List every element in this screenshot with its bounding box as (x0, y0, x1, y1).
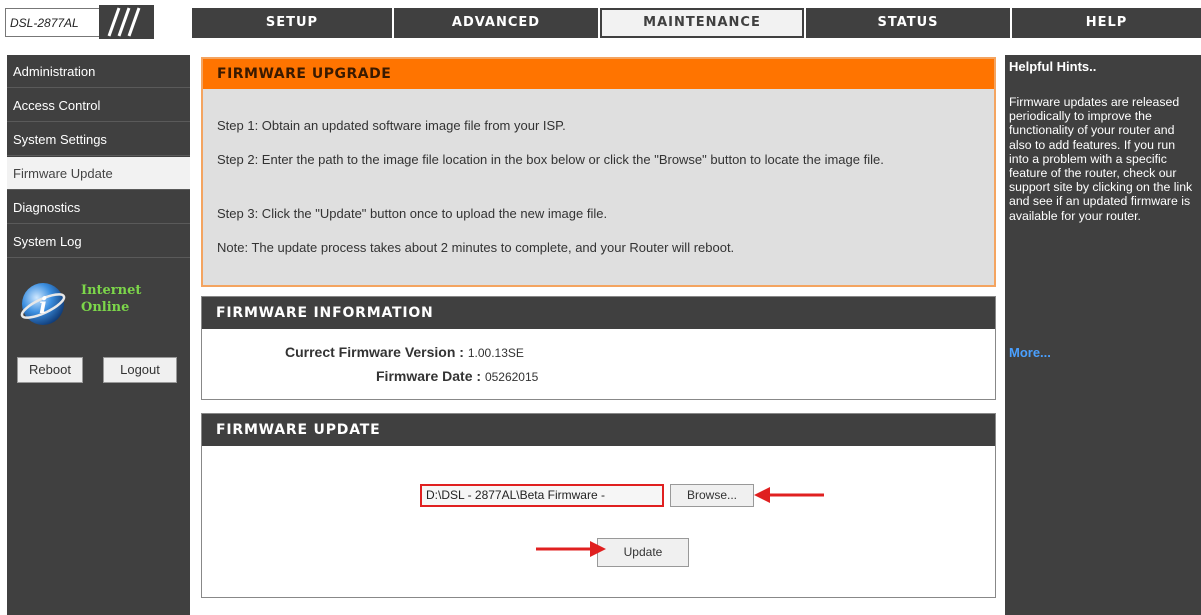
arrow-right-icon (536, 541, 606, 557)
firmware-date-row: Firmware Date : 05262015 (376, 368, 538, 384)
reboot-button[interactable]: Reboot (17, 357, 83, 383)
firmware-upgrade-title: FIRMWARE UPGRADE (203, 59, 994, 89)
top-navigation-bar: DSL-2877AL SETUP ADVANCED MAINTENANCE ST… (0, 0, 1201, 46)
step-3-text: Step 3: Click the "Update" button once t… (217, 206, 608, 221)
sidebar-item-system-log[interactable]: System Log (7, 225, 190, 258)
update-button[interactable]: Update (597, 538, 689, 567)
firmware-date-value: 05262015 (484, 370, 539, 384)
sidebar-item-access-control[interactable]: Access Control (7, 89, 190, 122)
tab-help[interactable]: HELP (1012, 8, 1201, 38)
firmware-version-label: Currect Firmware Version : (285, 344, 464, 360)
firmware-file-input[interactable]: D:\DSL - 2877AL\Beta Firmware - (420, 484, 664, 507)
more-link[interactable]: More... (1009, 345, 1051, 360)
internet-status-text: Internet Online (81, 282, 141, 316)
internet-globe-icon: i (20, 283, 66, 325)
logo-slashes-icon (99, 5, 154, 39)
tab-advanced[interactable]: ADVANCED (394, 8, 598, 38)
tab-status[interactable]: STATUS (806, 8, 1010, 38)
browse-button[interactable]: Browse... (670, 484, 754, 507)
status-line-online: Online (81, 300, 130, 315)
tab-setup[interactable]: SETUP (192, 8, 392, 38)
arrow-left-icon (754, 487, 824, 503)
firmware-upgrade-panel: FIRMWARE UPGRADE Step 1: Obtain an updat… (201, 57, 996, 287)
step-1-text: Step 1: Obtain an updated software image… (217, 118, 566, 133)
status-line-internet: Internet (81, 283, 142, 298)
logout-button[interactable]: Logout (103, 357, 177, 383)
helpful-hints-panel: Helpful Hints.. Firmware updates are rel… (1005, 55, 1201, 615)
svg-text:i: i (39, 293, 47, 319)
note-text: Note: The update process takes about 2 m… (217, 240, 735, 255)
sidebar-item-system-settings[interactable]: System Settings (7, 123, 190, 156)
firmware-version-row: Currect Firmware Version : 1.00.13SE (285, 344, 524, 360)
firmware-version-value: 1.00.13SE (467, 346, 524, 360)
firmware-update-title: FIRMWARE UPDATE (202, 414, 995, 446)
sidebar-item-administration[interactable]: Administration (7, 55, 190, 88)
left-sidebar: Administration Access Control System Set… (7, 55, 190, 615)
model-logo: DSL-2877AL (5, 8, 99, 37)
sidebar-item-firmware-update[interactable]: Firmware Update (7, 157, 190, 190)
helpful-hints-body: Firmware updates are released periodical… (1009, 95, 1193, 223)
firmware-date-label: Firmware Date : (376, 368, 482, 384)
firmware-information-title: FIRMWARE INFORMATION (202, 297, 995, 329)
helpful-hints-title: Helpful Hints.. (1009, 59, 1097, 74)
sidebar-item-diagnostics[interactable]: Diagnostics (7, 191, 190, 224)
step-2-text: Step 2: Enter the path to the image file… (217, 152, 884, 167)
tab-maintenance[interactable]: MAINTENANCE (600, 8, 804, 38)
firmware-information-panel: FIRMWARE INFORMATION Currect Firmware Ve… (201, 296, 996, 400)
